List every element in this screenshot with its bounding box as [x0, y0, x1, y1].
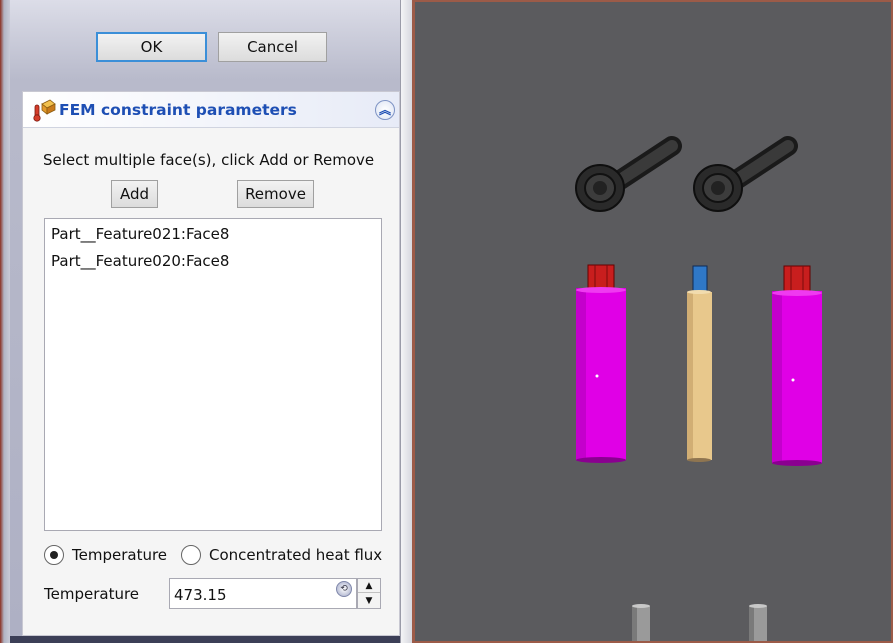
screw-left[interactable]: [575, 136, 682, 212]
radio-temperature-label: Temperature: [72, 546, 168, 564]
pin-right[interactable]: [749, 604, 767, 643]
cylinder-middle[interactable]: [687, 265, 712, 462]
box-title: FEM constraint parameters: [59, 101, 297, 119]
cancel-button[interactable]: Cancel: [218, 32, 327, 62]
radio-heat-flux[interactable]: Concentrated heat flux: [181, 544, 382, 566]
temperature-value: 473.15: [174, 586, 227, 604]
faces-list[interactable]: Part__Feature021:Face8 Part__Feature020:…: [44, 218, 382, 531]
ok-button[interactable]: OK: [96, 32, 207, 62]
cylinder-right[interactable]: [772, 265, 822, 466]
screw-right[interactable]: [693, 136, 798, 212]
collapse-up-icon[interactable]: ︽: [375, 100, 395, 120]
panel-bottom-bar: [10, 636, 400, 643]
spin-up-arrow[interactable]: ▲: [358, 579, 380, 593]
task-panel: OK Cancel FEM constraint parameters ︽ Se…: [0, 0, 412, 643]
radio-button-unchecked[interactable]: [181, 545, 201, 565]
3d-viewport[interactable]: [412, 0, 893, 643]
add-button[interactable]: Add: [111, 180, 158, 208]
constraint-parameters-box: FEM constraint parameters ︽ Select multi…: [22, 91, 400, 636]
list-item[interactable]: Part__Feature020:Face8: [51, 252, 229, 274]
list-item[interactable]: Part__Feature021:Face8: [51, 225, 229, 247]
temperature-spinbox[interactable]: ▲ ▼: [357, 578, 381, 609]
remove-button[interactable]: Remove: [237, 180, 314, 208]
box-header[interactable]: FEM constraint parameters ︽: [23, 92, 399, 128]
temperature-label: Temperature: [44, 585, 140, 603]
panel-scrollbar[interactable]: [400, 0, 412, 643]
3d-scene[interactable]: [412, 0, 893, 643]
instruction-text: Select multiple face(s), click Add or Re…: [43, 151, 375, 169]
cylinder-left[interactable]: [576, 264, 626, 463]
panel-left-edge: [0, 0, 10, 643]
fem-constraint-temperature-icon: [33, 99, 56, 122]
pin-left[interactable]: [632, 604, 650, 643]
radio-temperature[interactable]: Temperature: [44, 544, 167, 566]
spin-down-arrow[interactable]: ▼: [358, 594, 380, 608]
radio-heat-flux-label: Concentrated heat flux: [209, 546, 383, 564]
reset-field-icon[interactable]: ⟲: [336, 581, 352, 597]
temperature-input[interactable]: 473.15 ⟲: [169, 578, 357, 609]
radio-button-checked[interactable]: [44, 545, 64, 565]
